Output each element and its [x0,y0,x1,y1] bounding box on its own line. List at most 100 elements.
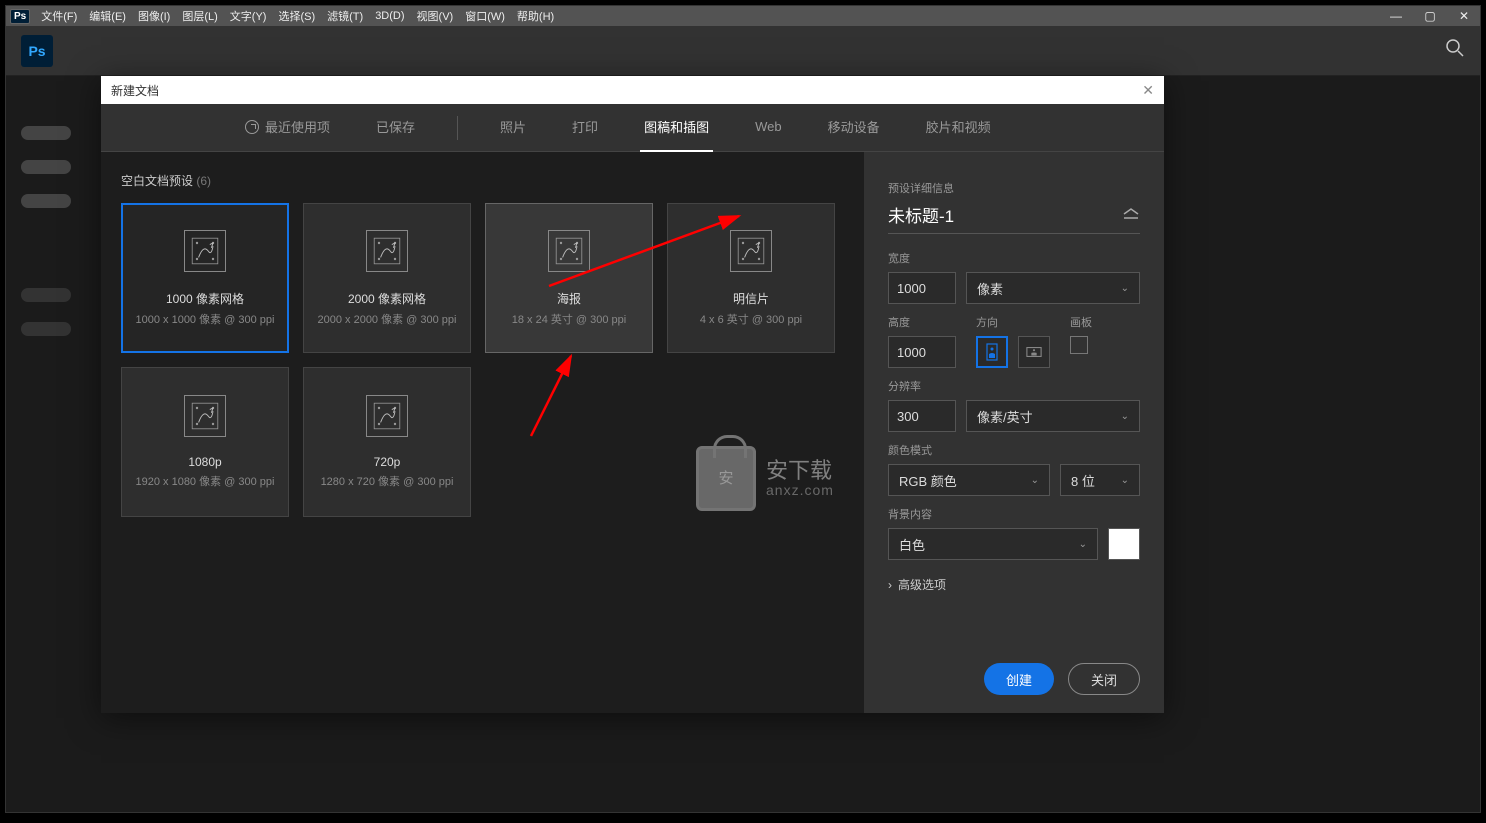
sidebar-item[interactable] [21,322,71,336]
preset-card[interactable]: 海报18 x 24 英寸 @ 300 ppi [485,203,653,353]
tab-film-video[interactable]: 胶片和视频 [922,103,995,152]
create-button[interactable]: 创建 [984,663,1054,695]
sidebar-item[interactable] [21,126,71,140]
background-color-swatch[interactable] [1108,528,1140,560]
tab-web[interactable]: Web [751,105,786,150]
orientation-landscape-button[interactable] [1018,336,1050,368]
menu-select[interactable]: 选择(S) [278,8,315,24]
preset-card[interactable]: 1000 像素网格 1000 x 1000 像素 @ 300 ppi [121,203,289,353]
window-controls: — ▢ ✕ [1384,9,1476,23]
presets-header: 空白文档预设 (6) [121,172,844,189]
preset-card[interactable]: 1080p1920 x 1080 像素 @ 300 ppi [121,367,289,517]
sidebar-item[interactable] [21,288,71,302]
background-select[interactable]: 白色 ⌄ [888,528,1098,560]
menu-view[interactable]: 视图(V) [417,8,454,24]
tab-saved[interactable]: 已保存 [372,103,419,152]
preset-icon [184,230,226,272]
advanced-options-toggle[interactable]: › 高级选项 [888,576,1140,593]
dialog-tabs: 最近使用项 已保存 照片 打印 图稿和插图 Web 移动设备 胶片和视频 [101,104,1164,152]
menu-filter[interactable]: 滤镜(T) [327,8,363,24]
tab-art-illustration[interactable]: 图稿和插图 [640,103,713,152]
height-label: 高度 [888,314,956,330]
app-frame: Ps 文件(F) 编辑(E) 图像(I) 图层(L) 文字(Y) 选择(S) 滤… [5,5,1481,813]
color-mode-value: RGB 颜色 [899,471,957,490]
background-label: 背景内容 [888,506,1140,522]
presets-header-label: 空白文档预设 [121,174,193,188]
orientation-portrait-button[interactable] [976,336,1008,368]
search-icon[interactable] [1445,38,1465,63]
resolution-input[interactable] [888,400,956,432]
artboard-label: 画板 [1070,314,1092,330]
height-input[interactable] [888,336,956,368]
menu-image[interactable]: 图像(I) [138,8,170,24]
menu-help[interactable]: 帮助(H) [517,8,554,24]
preset-icon [366,230,408,272]
preset-grid: 1000 像素网格 1000 x 1000 像素 @ 300 ppi 2000 像素… [121,203,844,517]
resolution-unit-label: 像素/英寸 [977,407,1033,426]
clock-icon [245,120,259,134]
background-value: 白色 [899,535,925,554]
save-preset-icon[interactable] [1122,206,1140,223]
presets-area: 空白文档预设 (6) 1000 像素网格 1000 x 1000 像素 @ 300… [101,152,864,713]
dialog-title: 新建文档 [111,82,159,99]
preset-card[interactable]: 2000 像素网格2000 x 2000 像素 @ 300 ppi [303,203,471,353]
color-mode-select[interactable]: RGB 颜色⌄ [888,464,1050,496]
menu-layer[interactable]: 图层(L) [182,8,217,24]
chevron-right-icon: › [888,578,892,592]
new-document-dialog: 新建文档 ✕ 最近使用项 已保存 照片 打印 图稿和插图 Web 移动设备 胶片… [101,76,1164,713]
sidebar-item[interactable] [21,160,71,174]
menu-edit[interactable]: 编辑(E) [89,8,126,24]
preset-dimensions: 1920 x 1080 像素 @ 300 ppi [136,473,275,489]
details-header: 预设详细信息 [888,180,1140,196]
sidebar-item[interactable] [21,194,71,208]
document-name-input[interactable]: 未标题-1 [888,202,1122,227]
dialog-body: 空白文档预设 (6) 1000 像素网格 1000 x 1000 像素 @ 300… [101,152,1164,713]
close-button[interactable]: ✕ [1452,9,1476,23]
minimize-button[interactable]: — [1384,9,1408,23]
bit-depth-value: 8 位 [1071,471,1095,490]
home-sidebar [21,126,81,356]
dialog-close-icon[interactable]: ✕ [1142,82,1154,99]
preset-icon [548,230,590,272]
menu-3d[interactable]: 3D(D) [375,10,404,22]
resolution-label: 分辨率 [888,378,1140,394]
tab-print[interactable]: 打印 [568,103,602,152]
menu-file[interactable]: 文件(F) [41,8,77,24]
width-label: 宽度 [888,250,1140,266]
advanced-label: 高级选项 [898,576,946,593]
preset-dimensions: 1280 x 720 像素 @ 300 ppi [321,473,454,489]
width-unit-label: 像素 [977,279,1003,298]
preset-name: 1000 像素网格 [166,290,244,307]
chevron-down-icon: ⌄ [1121,475,1129,486]
chevron-down-icon: ⌄ [1121,411,1129,422]
tab-separator [457,116,458,140]
chevron-down-icon: ⌄ [1079,539,1087,550]
artboard-checkbox[interactable] [1070,336,1088,354]
tab-photo[interactable]: 照片 [496,103,530,152]
app-icon-small: Ps [10,9,30,24]
dialog-titlebar: 新建文档 ✕ [101,76,1164,104]
preset-name: 2000 像素网格 [348,290,426,307]
preset-icon [184,395,226,437]
tab-mobile[interactable]: 移动设备 [824,103,884,152]
preset-card[interactable]: 明信片 4 x 6 英寸 @ 300 ppi [667,203,835,353]
close-button[interactable]: 关闭 [1068,663,1140,695]
maximize-button[interactable]: ▢ [1418,9,1442,23]
titlebar: Ps 文件(F) 编辑(E) 图像(I) 图层(L) 文字(Y) 选择(S) 滤… [6,6,1480,26]
menu-window[interactable]: 窗口(W) [465,8,505,24]
bit-depth-select[interactable]: 8 位 ⌄ [1060,464,1140,496]
width-unit-select[interactable]: 像素 ⌄ [966,272,1140,304]
app-logo[interactable]: Ps [21,35,53,67]
preset-dimensions: 1000 x 1000 像素 @ 300 ppi [136,311,275,327]
app-toolbar: Ps [6,26,1480,76]
chevron-down-icon: ⌄ [1121,283,1129,294]
menu-type[interactable]: 文字(Y) [230,8,267,24]
width-input[interactable] [888,272,956,304]
preset-dimensions: 18 x 24 英寸 @ 300 ppi [512,311,627,327]
preset-name: 明信片 [733,290,769,307]
preset-details-panel: 预设详细信息 未标题-1 宽度 像素 ⌄ 高度 [864,152,1164,713]
preset-card[interactable]: 720p1280 x 720 像素 @ 300 ppi [303,367,471,517]
resolution-unit-select[interactable]: 像素/英寸 ⌄ [966,400,1140,432]
preset-dimensions: 4 x 6 英寸 @ 300 ppi [700,311,802,327]
tab-recent[interactable]: 最近使用项 [241,103,334,152]
